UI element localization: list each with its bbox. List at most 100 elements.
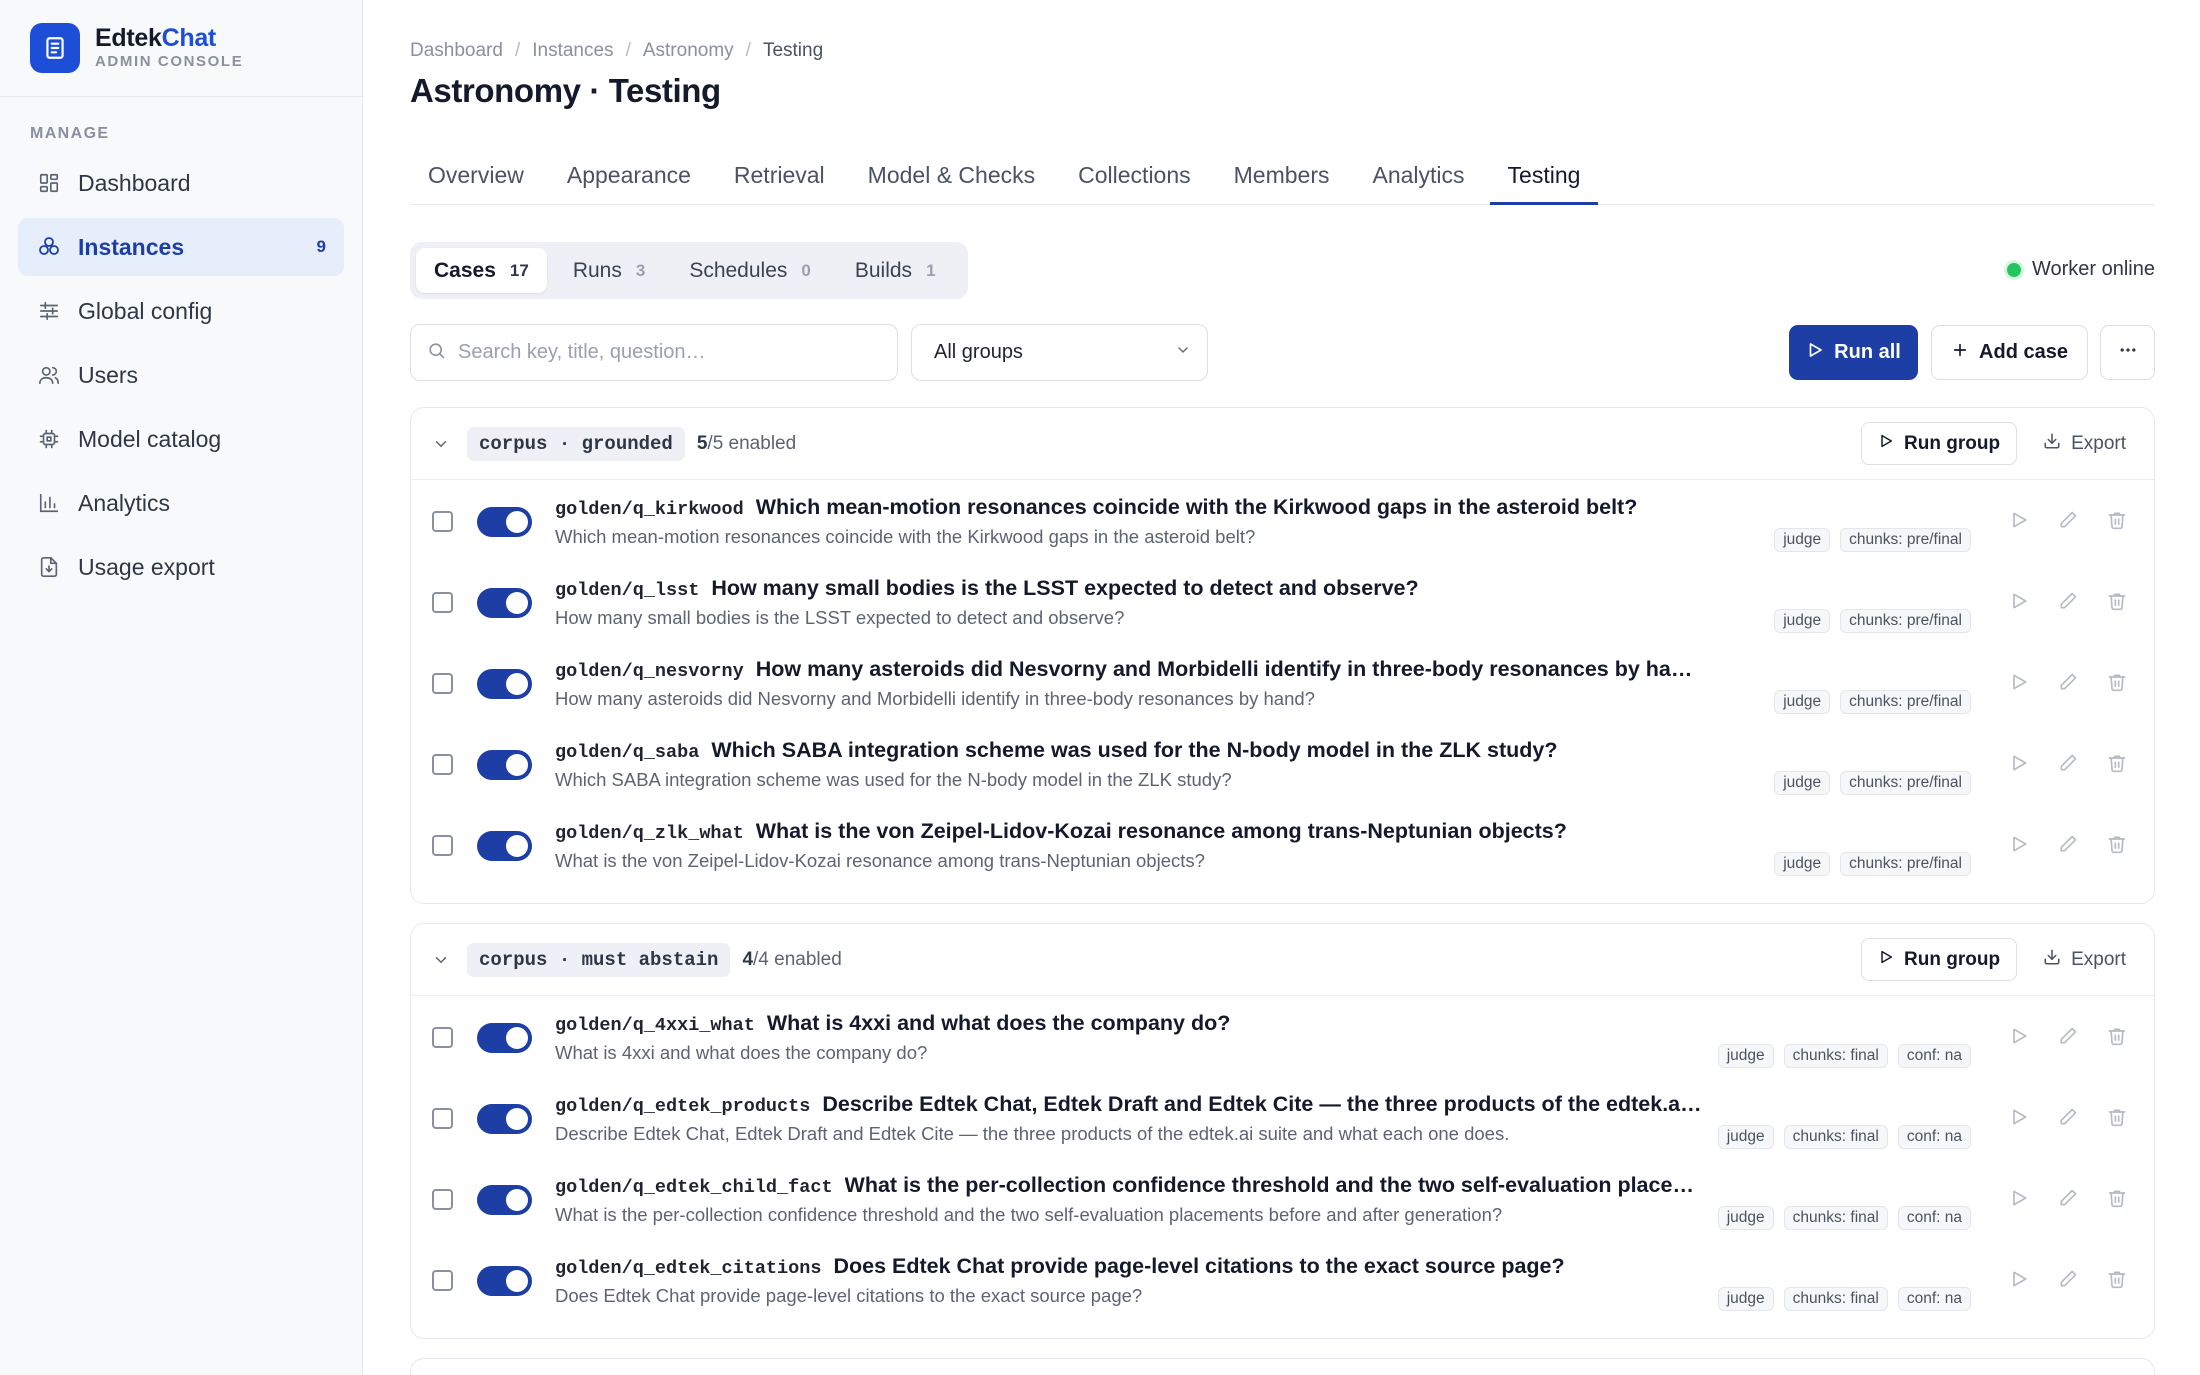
case-actions	[2007, 751, 2128, 774]
case-select-checkbox[interactable]	[432, 754, 453, 775]
case-select-checkbox[interactable]	[432, 1027, 453, 1048]
tab-appearance[interactable]: Appearance	[549, 150, 709, 205]
pencil-icon[interactable]	[2056, 1267, 2079, 1290]
run-group-button[interactable]: Run group	[1861, 422, 2018, 465]
play-icon[interactable]	[2007, 1024, 2030, 1047]
case-select-checkbox[interactable]	[432, 1270, 453, 1291]
more-options-button[interactable]	[2100, 325, 2155, 380]
export-button[interactable]: Export	[2027, 938, 2142, 981]
play-icon	[1806, 341, 1824, 365]
case-select-checkbox[interactable]	[432, 1108, 453, 1129]
sidebar-item-global-config[interactable]: Global config	[18, 282, 344, 340]
case-enabled-toggle[interactable]	[477, 750, 532, 780]
document-icon	[30, 23, 80, 73]
breadcrumb-astronomy[interactable]: Astronomy	[643, 40, 734, 62]
case-title[interactable]: Which SABA integration scheme was used f…	[711, 738, 1557, 763]
case-select-checkbox[interactable]	[432, 511, 453, 532]
pencil-icon[interactable]	[2056, 832, 2079, 855]
search-input[interactable]	[458, 341, 878, 364]
sidebar-item-usage-export[interactable]: Usage export	[18, 538, 344, 596]
tab-testing[interactable]: Testing	[1489, 150, 1599, 205]
play-icon[interactable]	[2007, 751, 2030, 774]
case-title[interactable]: What is 4xxi and what does the company d…	[767, 1011, 1231, 1036]
play-icon[interactable]	[2007, 589, 2030, 612]
pencil-icon[interactable]	[2056, 1186, 2079, 1209]
case-title[interactable]: Does Edtek Chat provide page-level citat…	[833, 1254, 1564, 1279]
pencil-icon[interactable]	[2056, 1024, 2079, 1047]
file-export-icon	[36, 554, 62, 580]
play-icon[interactable]	[2007, 1267, 2030, 1290]
tab-analytics[interactable]: Analytics	[1355, 150, 1483, 205]
subtab-count: 1	[926, 260, 936, 280]
group-filter-select[interactable]: All groups	[911, 324, 1208, 381]
case-title[interactable]: What is the von Zeipel-Lidov-Kozai reson…	[756, 819, 1567, 844]
subtab-builds[interactable]: Builds 1	[837, 248, 954, 293]
trash-icon[interactable]	[2105, 1267, 2128, 1290]
case-title[interactable]: What is the per-collection confidence th…	[845, 1173, 1705, 1198]
sliders-icon	[36, 298, 62, 324]
sidebar-item-instances[interactable]: Instances 9	[18, 218, 344, 276]
case-enabled-toggle[interactable]	[477, 1023, 532, 1053]
trash-icon[interactable]	[2105, 670, 2128, 693]
run-all-button[interactable]: Run all	[1789, 325, 1918, 380]
sidebar-item-users[interactable]: Users	[18, 346, 344, 404]
trash-icon[interactable]	[2105, 1186, 2128, 1209]
sidebar-item-dashboard[interactable]: Dashboard	[18, 154, 344, 212]
case-enabled-toggle[interactable]	[477, 1104, 532, 1134]
trash-icon[interactable]	[2105, 1105, 2128, 1128]
case-chips: judge chunks: pre/final	[1774, 528, 1971, 552]
tab-members[interactable]: Members	[1216, 150, 1348, 205]
sidebar-item-model-catalog[interactable]: Model catalog	[18, 410, 344, 468]
case-enabled-toggle[interactable]	[477, 507, 532, 537]
pencil-icon[interactable]	[2056, 751, 2079, 774]
trash-icon[interactable]	[2105, 589, 2128, 612]
nav-section-label: MANAGE	[30, 125, 110, 142]
trash-icon[interactable]	[2105, 1024, 2128, 1047]
case-enabled-toggle[interactable]	[477, 669, 532, 699]
run-group-button[interactable]: Run group	[1861, 938, 2018, 981]
case-chips: judge chunks: pre/final	[1774, 609, 1971, 633]
chevron-down-icon[interactable]	[431, 434, 451, 454]
case-select-checkbox[interactable]	[432, 1189, 453, 1210]
case-enabled-toggle[interactable]	[477, 588, 532, 618]
case-title[interactable]: Which mean-motion resonances coincide wi…	[756, 495, 1638, 520]
case-title[interactable]: How many small bodies is the LSST expect…	[711, 576, 1418, 601]
pencil-icon[interactable]	[2056, 670, 2079, 693]
breadcrumb-dashboard[interactable]: Dashboard	[410, 40, 503, 62]
pencil-icon[interactable]	[2056, 589, 2079, 612]
case-enabled-toggle[interactable]	[477, 1185, 532, 1215]
case-title[interactable]: Describe Edtek Chat, Edtek Draft and Edt…	[822, 1092, 1705, 1117]
add-case-button[interactable]: Add case	[1931, 325, 2088, 380]
play-icon[interactable]	[2007, 670, 2030, 693]
pencil-icon[interactable]	[2056, 508, 2079, 531]
tab-collections[interactable]: Collections	[1060, 150, 1209, 205]
sidebar-item-analytics[interactable]: Analytics	[18, 474, 344, 532]
case-text: golden/q_edtek_child_fact What is the per…	[555, 1173, 1705, 1226]
play-icon[interactable]	[2007, 832, 2030, 855]
tab-overview[interactable]: Overview	[410, 150, 542, 205]
subtab-schedules[interactable]: Schedules 0	[671, 248, 829, 293]
case-enabled-toggle[interactable]	[477, 1266, 532, 1296]
case-enabled-toggle[interactable]	[477, 831, 532, 861]
search-box[interactable]	[410, 324, 898, 381]
breadcrumb-instances[interactable]: Instances	[532, 40, 613, 62]
pencil-icon[interactable]	[2056, 1105, 2079, 1128]
subtab-runs[interactable]: Runs 3	[555, 248, 664, 293]
export-button[interactable]: Export	[2027, 422, 2142, 465]
case-select-checkbox[interactable]	[432, 673, 453, 694]
trash-icon[interactable]	[2105, 832, 2128, 855]
case-chip: judge	[1774, 528, 1831, 552]
play-icon[interactable]	[2007, 1186, 2030, 1209]
trash-icon[interactable]	[2105, 751, 2128, 774]
tab-model-checks[interactable]: Model & Checks	[850, 150, 1053, 205]
case-select-checkbox[interactable]	[432, 592, 453, 613]
case-chip: chunks: final	[1783, 1206, 1888, 1230]
play-icon[interactable]	[2007, 508, 2030, 531]
subtab-cases[interactable]: Cases 17	[416, 248, 547, 293]
trash-icon[interactable]	[2105, 508, 2128, 531]
case-select-checkbox[interactable]	[432, 835, 453, 856]
chevron-down-icon[interactable]	[431, 950, 451, 970]
play-icon[interactable]	[2007, 1105, 2030, 1128]
tab-retrieval[interactable]: Retrieval	[716, 150, 843, 205]
case-title[interactable]: How many asteroids did Nesvorny and Morb…	[756, 657, 1705, 682]
